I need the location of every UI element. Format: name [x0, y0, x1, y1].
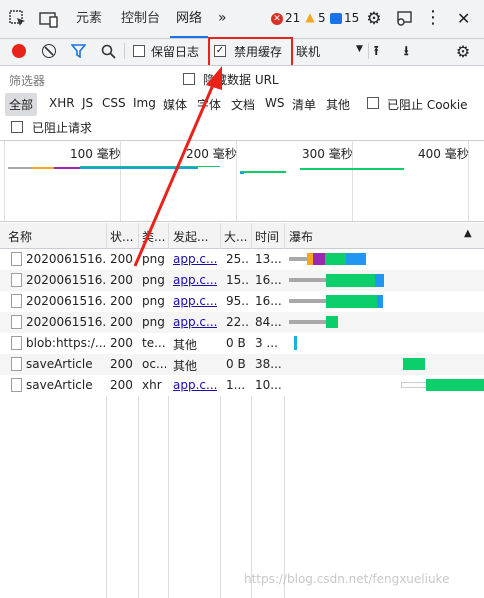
- annotation-arrow: [133, 66, 222, 267]
